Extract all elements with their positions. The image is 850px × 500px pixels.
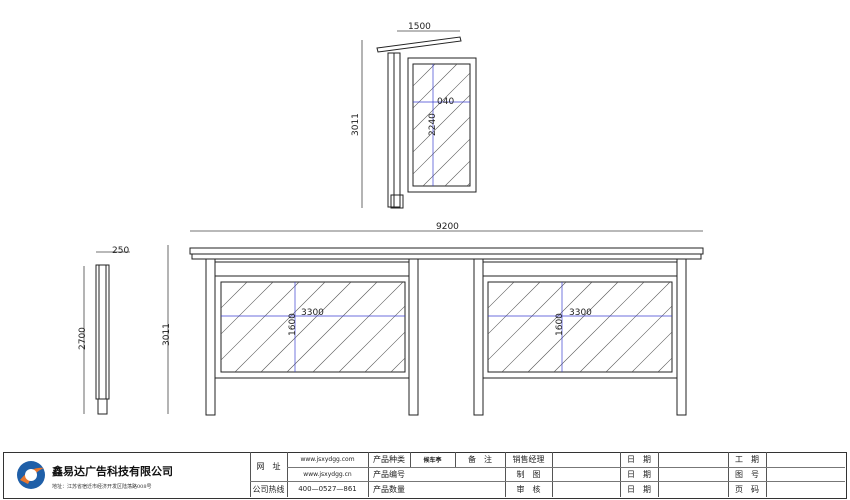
- side-view: [83, 245, 169, 415]
- glass-hatch-line: [417, 282, 507, 372]
- glass-hatch-line: [338, 305, 405, 372]
- dim-panel-left-width: 3300: [301, 308, 324, 318]
- sales-manager-label: 销售经理: [512, 455, 545, 464]
- title-block: 鑫易达广告科技有限公司 地址：江苏省宿迁市经济开发区陆荡路008号 网 址 ww…: [0, 452, 850, 500]
- product-type: 候车亭: [423, 457, 442, 464]
- website-1: www.jsxydgg.com: [300, 456, 355, 463]
- company-address: 地址：江苏省宿迁市经济开发区陆荡路008号: [52, 484, 152, 490]
- glass-hatch-line: [221, 282, 274, 335]
- glass-hatch-line: [511, 64, 633, 186]
- review-label: 审 核: [516, 484, 541, 494]
- glass-hatch-line: [533, 64, 655, 186]
- hotline-label: 公司热线: [252, 484, 285, 494]
- glass-hatch-line: [221, 282, 300, 361]
- dim-top-panel-width: 040: [437, 97, 454, 107]
- technical-drawing: 1500 3011 2240 040 250 2700 3011 9200 33…: [78, 22, 826, 416]
- glass-hatch-line: [221, 282, 222, 283]
- glass-hatch-line: [579, 282, 671, 372]
- glass-hatch-line: [577, 64, 699, 186]
- dim-top-width: 1500: [408, 22, 431, 32]
- glass-hatch-line: [527, 282, 619, 372]
- date-label-3: 日 期: [627, 484, 651, 494]
- glass-hatch-line: [422, 138, 470, 186]
- dim-side-depth: 250: [112, 246, 129, 256]
- glass-hatch-line: [444, 160, 470, 186]
- product-type-label: 产品种类: [373, 455, 405, 464]
- glass-hatch-line: [488, 282, 515, 309]
- dim-overall-width: 9200: [436, 222, 459, 232]
- glass-hatch-line: [413, 64, 436, 87]
- glass-hatch-line: [312, 282, 404, 372]
- glass-hatch-line: [736, 282, 826, 372]
- website-2: www.jsxydgg.cn: [303, 470, 352, 478]
- glass-hatch-line: [501, 282, 593, 372]
- glass-hatch-line: [234, 282, 326, 372]
- glass-hatch-line: [710, 282, 800, 372]
- glass-hatch-line: [466, 182, 470, 186]
- glass-hatch-line: [413, 116, 470, 175]
- glass-hatch-line: [488, 282, 541, 335]
- period-label: 工 期: [735, 455, 759, 464]
- dim-panel-right-height: 1600: [555, 313, 565, 336]
- glass-hatch-line: [286, 282, 378, 372]
- remarks-label: 备 注: [468, 455, 492, 464]
- glass-hatch-line: [553, 282, 645, 372]
- drawing-no-label: 图 号: [735, 469, 759, 479]
- dim-panel-left-height: 1600: [288, 313, 298, 336]
- dim-side-height: 2700: [78, 327, 88, 350]
- glass-hatch-line: [489, 64, 611, 186]
- dim-top-height: 3011: [351, 113, 361, 136]
- glass-hatch-line: [555, 64, 677, 186]
- website-label: 网 址: [256, 461, 281, 471]
- glass-hatch-line: [260, 282, 352, 372]
- dim-top-panel-height: 2240: [428, 113, 438, 136]
- date-label-2: 日 期: [627, 469, 651, 479]
- product-code-label: 产品编号: [373, 469, 405, 479]
- dim-panel-right-width: 3300: [569, 308, 592, 318]
- draw-label: 制 图: [516, 469, 541, 479]
- glass-hatch-line: [413, 72, 470, 131]
- company-name: 鑫易达广告科技有限公司: [52, 465, 173, 478]
- glass-hatch-line: [364, 331, 405, 372]
- glass-hatch-line: [684, 282, 774, 372]
- date-label-1: 日 期: [627, 455, 651, 464]
- company-logo-icon: [17, 461, 45, 489]
- page-label: 页 码: [735, 484, 759, 494]
- glass-hatch-line: [605, 305, 672, 372]
- front-view: [189, 230, 826, 416]
- glass-hatch-line: [488, 282, 567, 361]
- glass-hatch-line: [413, 94, 470, 153]
- dim-front-height: 3011: [162, 323, 172, 346]
- product-qty-label: 产品数量: [373, 484, 405, 494]
- hotline: 400—0527—861: [298, 485, 357, 493]
